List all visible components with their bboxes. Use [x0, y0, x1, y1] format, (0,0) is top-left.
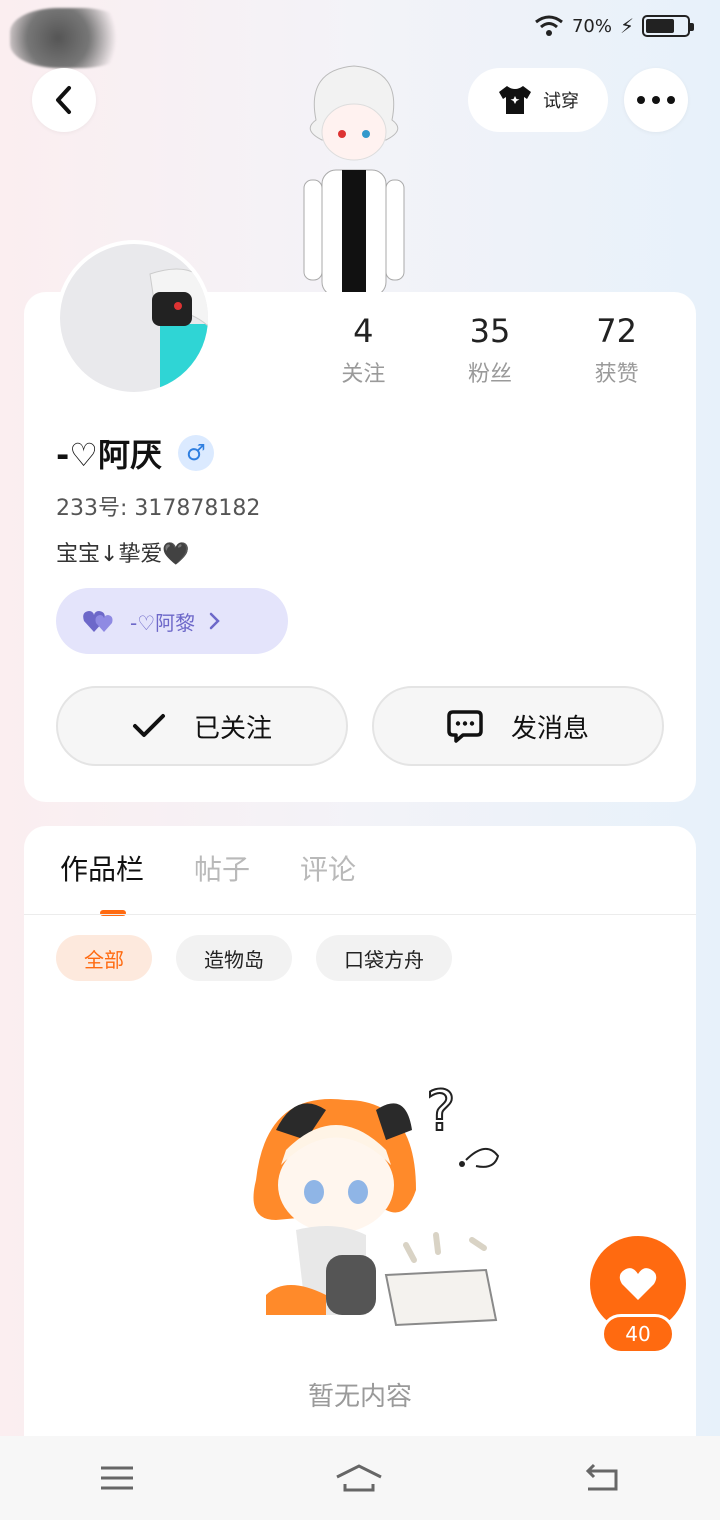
double-heart-icon — [83, 611, 113, 632]
stat-label: 粉丝 — [467, 362, 512, 387]
svg-text:?: ? — [426, 1079, 456, 1144]
chip-pocket-ark[interactable]: 口袋方舟 — [316, 935, 452, 981]
filter-chips: 全部 造物岛 口袋方舟 — [56, 935, 452, 981]
check-icon — [132, 714, 165, 737]
username-row: -♡阿厌 ♂ — [56, 430, 214, 476]
scribble-overlay — [10, 8, 130, 68]
home-icon[interactable] — [335, 1463, 383, 1493]
more-dots-icon — [637, 96, 675, 104]
stat-label: 关注 — [341, 362, 386, 387]
avatar[interactable] — [56, 240, 212, 396]
stat-label: 获赞 — [594, 362, 639, 387]
try-on-label: 试穿 — [543, 91, 579, 112]
battery-icon — [642, 15, 694, 37]
chip-all[interactable]: 全部 — [56, 935, 152, 981]
bio-text: 宝宝↓挚爱🖤 — [56, 542, 190, 567]
stat-following[interactable]: 4 关注 — [341, 312, 385, 388]
system-nav-bar — [0, 1436, 720, 1520]
tab-bar: 作品栏 帖子 评论 — [60, 848, 356, 916]
battery-percent: 70% — [571, 15, 612, 37]
tab-comments[interactable]: 评论 — [300, 848, 356, 888]
more-button[interactable] — [624, 68, 688, 132]
followed-button[interactable]: 已关注 — [56, 686, 348, 766]
back-nav-icon[interactable] — [584, 1463, 620, 1493]
wifi-icon — [535, 15, 563, 36]
menu-icon[interactable] — [100, 1465, 134, 1491]
male-gender-icon: ♂ — [177, 435, 214, 471]
like-count: 40 — [601, 1314, 675, 1354]
tab-posts[interactable]: 帖子 — [194, 848, 250, 888]
username: -♡阿厌 — [56, 436, 162, 474]
tshirt-icon — [499, 86, 531, 114]
empty-state-text: 暂无内容 — [307, 1382, 412, 1412]
user-id: 233号: 317878182 — [56, 496, 261, 521]
heart-icon — [619, 1268, 657, 1300]
tab-divider — [24, 914, 696, 915]
stat-followers[interactable]: 35 粉丝 — [468, 312, 512, 388]
charging-icon: ⚡ — [619, 14, 634, 38]
try-on-button[interactable]: 试穿 — [468, 68, 608, 132]
tab-works[interactable]: 作品栏 — [60, 848, 144, 916]
message-button[interactable]: 发消息 — [372, 686, 664, 766]
dressup-character — [296, 60, 412, 297]
back-button[interactable] — [32, 68, 96, 132]
cp-name: -♡阿黎 — [130, 610, 196, 635]
chat-bubble-icon — [447, 710, 483, 743]
chevron-left-icon — [56, 86, 71, 114]
stat-value: 4 — [353, 312, 374, 350]
stats-row: 4 关注 35 粉丝 72 获赞 — [300, 312, 680, 388]
message-label: 发消息 — [510, 713, 589, 744]
stat-value: 35 — [469, 312, 511, 350]
chevron-right-icon — [209, 612, 220, 630]
empty-state-illustration: ? — [236, 1070, 506, 1330]
status-bar: 70% ⚡ — [534, 14, 694, 38]
followed-label: 已关注 — [193, 713, 272, 744]
chip-creation-island[interactable]: 造物岛 — [176, 935, 292, 981]
stat-value: 72 — [596, 312, 637, 350]
stat-likes[interactable]: 72 获赞 — [595, 312, 639, 388]
cp-badge[interactable]: -♡阿黎 — [56, 588, 288, 654]
